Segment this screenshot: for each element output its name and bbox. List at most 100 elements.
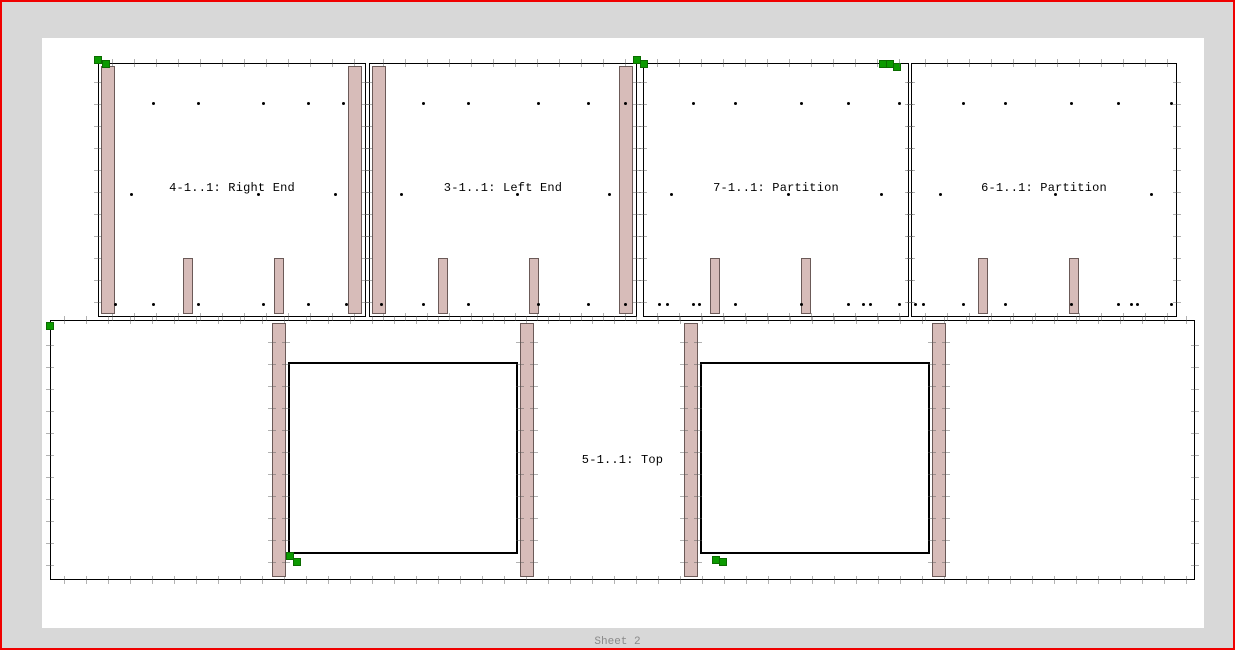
drill-hole — [345, 303, 348, 306]
wood-rail — [438, 258, 448, 314]
drill-hole — [666, 303, 669, 306]
drill-hole — [1070, 102, 1073, 105]
toolpath-arrows — [102, 59, 362, 67]
drill-hole — [152, 303, 155, 306]
part-label: 5-1..1: Top — [582, 453, 663, 467]
drill-hole — [380, 303, 383, 306]
sub-frame-edge — [700, 552, 930, 554]
toolpath-arrows — [694, 327, 702, 573]
sub-frame-edge — [700, 362, 930, 364]
drill-hole — [537, 102, 540, 105]
drill-hole — [847, 102, 850, 105]
sheet-tab[interactable]: Sheet 2 — [0, 636, 1235, 648]
drill-hole — [262, 102, 265, 105]
drill-hole — [670, 193, 673, 196]
part-label: 6-1..1: Partition — [981, 181, 1107, 195]
toolpath-arrows — [680, 327, 688, 573]
toolpath-arrows — [647, 59, 905, 67]
drill-hole — [692, 102, 695, 105]
endpoint-handle[interactable] — [293, 558, 301, 566]
panel-p5[interactable] — [50, 320, 1195, 580]
toolpath-arrows — [282, 327, 290, 573]
drill-hole — [537, 303, 540, 306]
drill-hole — [847, 303, 850, 306]
part-label: 3-1..1: Left End — [444, 181, 562, 195]
drill-hole — [342, 102, 345, 105]
drill-hole — [422, 303, 425, 306]
drill-hole — [624, 303, 627, 306]
wood-rail — [183, 258, 193, 314]
toolpath-arrows — [46, 324, 54, 576]
drill-hole — [734, 303, 737, 306]
drill-hole — [800, 102, 803, 105]
drill-hole — [962, 102, 965, 105]
toolpath-arrows — [530, 327, 538, 573]
toolpath-arrows — [365, 67, 373, 313]
drill-hole — [1130, 303, 1133, 306]
drill-hole — [114, 303, 117, 306]
drill-hole — [130, 193, 133, 196]
toolpath-arrows — [516, 327, 524, 573]
drill-hole — [898, 102, 901, 105]
drill-hole — [307, 102, 310, 105]
wood-rail — [101, 66, 115, 314]
drill-hole — [587, 102, 590, 105]
endpoint-handle[interactable] — [94, 56, 102, 64]
drill-hole — [880, 193, 883, 196]
drill-hole — [898, 303, 901, 306]
toolpath-arrows — [373, 59, 633, 67]
drill-hole — [624, 102, 627, 105]
toolpath-arrows — [915, 59, 1173, 67]
drill-hole — [862, 303, 865, 306]
drill-hole — [939, 193, 942, 196]
endpoint-handle[interactable] — [719, 558, 727, 566]
toolpath-arrows — [928, 327, 936, 573]
drill-hole — [869, 303, 872, 306]
wood-rail — [348, 66, 362, 314]
drill-hole — [962, 303, 965, 306]
drill-hole — [1136, 303, 1139, 306]
toolpath-arrows — [268, 327, 276, 573]
part-label: 7-1..1: Partition — [713, 181, 839, 195]
toolpath-arrows — [907, 67, 915, 313]
drill-hole — [658, 303, 661, 306]
drill-hole — [1117, 303, 1120, 306]
drill-hole — [698, 303, 701, 306]
wood-rail — [978, 258, 988, 314]
drill-hole — [800, 303, 803, 306]
drill-hole — [922, 303, 925, 306]
drill-hole — [692, 303, 695, 306]
wood-rail — [710, 258, 720, 314]
drill-hole — [608, 193, 611, 196]
drill-hole — [467, 102, 470, 105]
toolpath-arrows — [1191, 324, 1199, 576]
toolpath-arrows — [1173, 67, 1181, 313]
drill-hole — [1117, 102, 1120, 105]
wood-rail — [274, 258, 284, 314]
drill-hole — [307, 303, 310, 306]
drill-hole — [334, 193, 337, 196]
drill-hole — [1004, 102, 1007, 105]
drill-hole — [467, 303, 470, 306]
sub-frame-edge — [288, 362, 518, 364]
wood-rail — [372, 66, 386, 314]
drill-hole — [197, 102, 200, 105]
sub-frame-edge — [288, 552, 518, 554]
drawing-sheet[interactable]: 4-1..1: Right End 3-1..1: Left End 7-1..1:… — [42, 38, 1204, 628]
drill-hole — [197, 303, 200, 306]
drill-hole — [1004, 303, 1007, 306]
drill-hole — [1150, 193, 1153, 196]
drill-hole — [734, 102, 737, 105]
toolpath-arrows — [54, 576, 1191, 584]
drill-hole — [400, 193, 403, 196]
drill-hole — [262, 303, 265, 306]
part-label: 4-1..1: Right End — [169, 181, 295, 195]
toolpath-arrows — [639, 67, 647, 313]
toolpath-arrows — [942, 327, 950, 573]
drill-hole — [152, 102, 155, 105]
drill-hole — [1070, 303, 1073, 306]
drill-hole — [422, 102, 425, 105]
drill-hole — [587, 303, 590, 306]
toolpath-arrows — [54, 316, 1191, 324]
toolpath-arrows — [94, 67, 102, 313]
